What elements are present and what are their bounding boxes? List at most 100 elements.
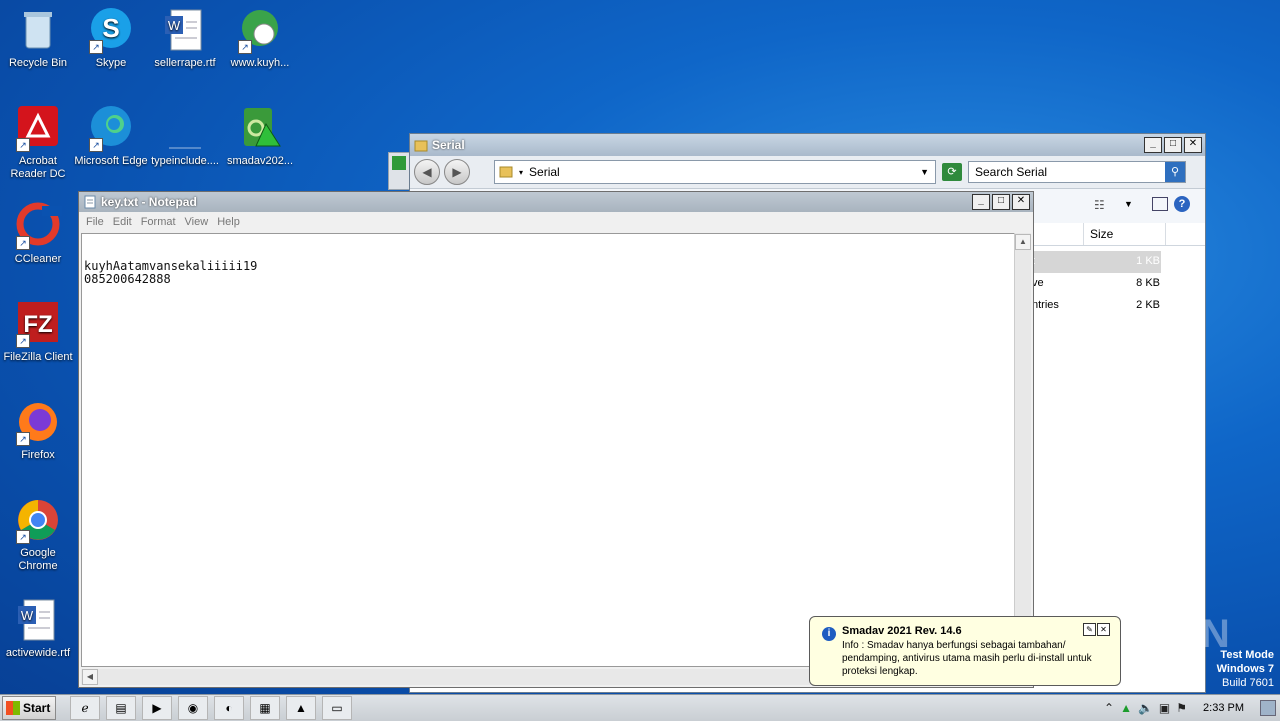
search-placeholder: Search Serial: [975, 165, 1048, 179]
notepad-titlebar[interactable]: key.txt - Notepad _ □ ✕: [79, 192, 1033, 212]
desktop-icon-skype[interactable]: S ↗ Skype: [73, 6, 149, 70]
menu-edit[interactable]: Edit: [113, 216, 132, 228]
column-extra[interactable]: [1165, 223, 1212, 245]
start-button[interactable]: Start: [2, 696, 56, 720]
help-icon[interactable]: ?: [1174, 196, 1190, 212]
file-size: 1 KB: [1136, 255, 1160, 267]
smadav-tray-icon[interactable]: ▲: [1120, 701, 1132, 715]
desktop-icon-website[interactable]: ↗ www.kuyh...: [222, 6, 298, 70]
breadcrumb[interactable]: Serial: [529, 165, 560, 179]
desktop-icon-label: CCleaner: [14, 253, 62, 265]
desktop-icon-label: Recycle Bin: [8, 57, 68, 69]
media-player-icon[interactable]: ▶: [142, 696, 172, 720]
desktop-icon-activewide[interactable]: W activewide.rtf: [0, 596, 76, 660]
minimize-button[interactable]: _: [972, 194, 990, 210]
system-tray: ⌃ ▲ 🔈 ▣ ⚑ 2:33 PM: [1104, 696, 1280, 720]
menu-format[interactable]: Format: [141, 216, 176, 228]
desktop-icon-label: Firefox: [21, 449, 55, 461]
desktop-icon-label: typeinclude....: [151, 155, 219, 167]
maximize-button[interactable]: □: [992, 194, 1010, 210]
smadav-icon: [236, 104, 284, 152]
menu-view[interactable]: View: [185, 216, 209, 228]
acrobat-icon: ↗: [14, 104, 62, 152]
clock[interactable]: 2:33 PM: [1203, 702, 1244, 714]
show-desktop-button[interactable]: [1260, 700, 1276, 716]
column-size[interactable]: Size: [1083, 223, 1165, 245]
shortcut-arrow-icon: ↗: [16, 334, 30, 348]
address-bar[interactable]: ▾ Serial ▼: [494, 160, 936, 184]
svg-text:W: W: [168, 18, 181, 33]
minimize-button[interactable]: _: [1144, 137, 1162, 153]
start-label: Start: [23, 701, 51, 715]
preview-pane-icon[interactable]: [1152, 197, 1168, 211]
desktop-icon-label: sellerrape.rtf: [154, 57, 216, 69]
desktop-icon-recycle-bin[interactable]: Recycle Bin: [0, 6, 76, 70]
view-options-icon[interactable]: ☷: [1094, 198, 1105, 212]
desktop-icon-chrome[interactable]: ↗ Google Chrome: [0, 496, 76, 573]
forward-button[interactable]: ▶: [444, 159, 470, 185]
svg-text:S: S: [102, 13, 119, 43]
chevron-down-icon[interactable]: ▼: [1124, 199, 1133, 209]
desktop-icon-firefox[interactable]: ↗ Firefox: [0, 398, 76, 462]
ie-icon[interactable]: ℯ: [70, 696, 100, 720]
desktop-icon-sellerrape[interactable]: W sellerrape.rtf: [147, 6, 223, 70]
text-editor[interactable]: kuyhAatamvansekaliiiii19 085200642888: [81, 233, 1015, 667]
volume-icon[interactable]: 🔈: [1138, 701, 1153, 715]
notepad-icon[interactable]: ▭: [322, 696, 352, 720]
desktop-icon-label: Acrobat Reader DC: [10, 155, 66, 180]
close-icon[interactable]: ✕: [1097, 623, 1110, 636]
desktop-icon-label: activewide.rtf: [5, 647, 71, 659]
internet-shortcut-icon: ↗: [236, 6, 284, 54]
desktop-icon-ccleaner[interactable]: ↗ CCleaner: [0, 202, 76, 266]
smadav-icon[interactable]: ▲: [286, 696, 316, 720]
menu-file[interactable]: File: [86, 216, 104, 228]
shortcut-arrow-icon: ↗: [16, 138, 30, 152]
notepad-menubar: File Edit Format View Help: [79, 212, 1033, 232]
show-hidden-icons-button[interactable]: ⌃: [1104, 701, 1114, 715]
vertical-scrollbar[interactable]: ▲: [1014, 233, 1031, 667]
breadcrumb-arrow-icon[interactable]: ▾: [519, 168, 523, 177]
pin-icon[interactable]: ✎: [1083, 623, 1096, 636]
info-icon: i: [822, 627, 836, 641]
blank-file-icon: [161, 104, 209, 152]
desktop-icon-typeinclude[interactable]: typeinclude....: [147, 104, 223, 168]
menu-help[interactable]: Help: [217, 216, 240, 228]
back-button[interactable]: ◀: [414, 159, 440, 185]
explorer-titlebar[interactable]: Serial _ □ ✕: [410, 134, 1205, 156]
edge-icon: ↗: [87, 104, 135, 152]
notification-title: Smadav 2021 Rev. 14.6: [842, 625, 962, 637]
file-name: ntries: [1032, 299, 1059, 311]
desktop-icon-filezilla[interactable]: FZ ↗ FileZilla Client: [0, 300, 76, 364]
desktop-icon-smadav[interactable]: smadav202...: [222, 104, 298, 168]
smadav-notification[interactable]: i Smadav 2021 Rev. 14.6 Info : Smadav ha…: [809, 616, 1121, 686]
shortcut-arrow-icon: ↗: [16, 432, 30, 446]
edge-icon[interactable]: ◐: [214, 696, 244, 720]
shortcut-arrow-icon: ↗: [89, 40, 103, 54]
test-mode-label: Test Mode Windows 7 Build 7601: [1217, 648, 1274, 690]
filezilla-icon: FZ ↗: [14, 300, 62, 348]
search-input[interactable]: Search Serial ⚲: [968, 161, 1186, 183]
shortcut-arrow-icon: ↗: [16, 530, 30, 544]
scroll-up-icon[interactable]: ▲: [1015, 234, 1031, 250]
close-button[interactable]: ✕: [1012, 194, 1030, 210]
notepad-window[interactable]: key.txt - Notepad _ □ ✕ File Edit Format…: [78, 191, 1034, 688]
desktop-icon-label: Microsoft Edge: [74, 155, 148, 167]
chrome-icon[interactable]: ◉: [178, 696, 208, 720]
folder-icon[interactable]: ▤: [106, 696, 136, 720]
maximize-button[interactable]: □: [1164, 137, 1182, 153]
winrar-icon[interactable]: ▦: [250, 696, 280, 720]
notepad-title: key.txt - Notepad: [101, 195, 197, 209]
scroll-left-icon[interactable]: ◀: [82, 669, 98, 685]
refresh-button[interactable]: ⟳: [942, 163, 962, 181]
action-center-flag-icon[interactable]: ⚑: [1176, 701, 1187, 715]
desktop-icon-acrobat[interactable]: ↗ Acrobat Reader DC: [0, 104, 76, 181]
shortcut-arrow-icon: ↗: [89, 138, 103, 152]
windows-logo-icon: [6, 701, 20, 715]
shortcut-arrow-icon: ↗: [238, 40, 252, 54]
search-icon[interactable]: ⚲: [1165, 162, 1185, 182]
chevron-down-icon[interactable]: ▼: [920, 167, 929, 177]
close-button[interactable]: ✕: [1184, 137, 1202, 153]
desktop-icon-edge[interactable]: ↗ Microsoft Edge: [73, 104, 149, 168]
desktop-icon-label: Google Chrome: [18, 547, 58, 572]
network-icon[interactable]: ▣: [1159, 701, 1170, 715]
